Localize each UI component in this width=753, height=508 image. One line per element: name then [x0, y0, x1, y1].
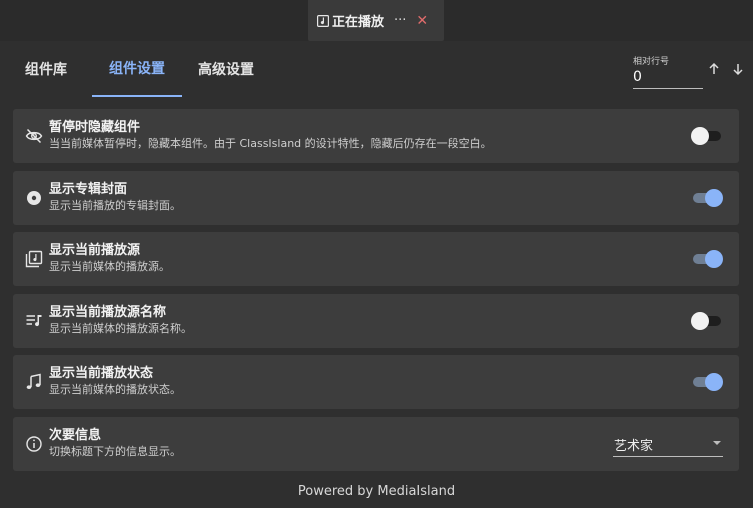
setting-subtitle: 显示当前媒体的播放状态。 — [49, 383, 181, 396]
setting-title: 显示专辑封面 — [49, 182, 128, 197]
arrow-down-icon[interactable] — [730, 61, 746, 77]
setting-title: 显示当前播放源 — [49, 243, 141, 258]
show-source-name-toggle[interactable] — [691, 311, 723, 331]
arrow-up-icon[interactable] — [706, 61, 722, 77]
hide-when-paused-toggle[interactable] — [691, 126, 723, 146]
tab-component-library[interactable]: 组件库 — [0, 41, 92, 97]
setting-subtitle: 当当前媒体暂停时，隐藏本组件。由于 ClassIsland 的设计特性，隐藏后仍… — [49, 137, 492, 150]
album-icon — [27, 191, 41, 205]
eye-off-icon — [25, 128, 43, 144]
window-title: 正在播放 — [332, 15, 385, 30]
tab-component-settings[interactable]: 组件设置 — [92, 41, 182, 97]
relative-row-label: 相对行号 — [633, 57, 670, 67]
relative-row-input[interactable]: 0 — [633, 67, 703, 89]
setting-subtitle: 显示当前媒体的播放源名称。 — [49, 322, 192, 335]
settings-panel: 组件库 组件设置 高级设置 相对行号 0 暂停时隐藏组件 当当前媒体暂停时，隐藏… — [0, 41, 753, 508]
setting-title: 显示当前播放状态 — [49, 366, 154, 381]
queue-music-icon — [26, 315, 42, 327]
setting-hide-when-paused: 暂停时隐藏组件 当当前媒体暂停时，隐藏本组件。由于 ClassIsland 的设… — [13, 109, 739, 163]
setting-subtitle: 显示当前媒体的播放源。 — [49, 260, 170, 273]
chevron-down-icon — [713, 441, 721, 445]
setting-title: 次要信息 — [49, 428, 102, 443]
setting-title: 暂停时隐藏组件 — [49, 120, 141, 135]
close-icon[interactable]: ✕ — [416, 14, 428, 28]
music-note-box-icon — [317, 14, 329, 27]
show-album-cover-toggle[interactable] — [691, 188, 723, 208]
footer-credit: Powered by MediaIsland — [297, 484, 456, 499]
setting-show-play-state: 显示当前播放状态 显示当前媒体的播放状态。 — [13, 355, 739, 409]
window-tab[interactable]: 正在播放 ··· ✕ — [308, 0, 444, 41]
more-icon[interactable]: ··· — [394, 14, 406, 27]
tab-advanced-settings[interactable]: 高级设置 — [182, 41, 270, 97]
relative-row-field[interactable]: 相对行号 0 — [633, 54, 703, 89]
setting-show-album-cover: 显示专辑封面 显示当前播放的专辑封面。 — [13, 171, 739, 225]
secondary-info-value: 艺术家 — [614, 439, 654, 454]
setting-show-source-name: 显示当前播放源名称 显示当前媒体的播放源名称。 — [13, 294, 739, 348]
info-icon — [26, 436, 42, 452]
setting-subtitle: 切换标题下方的信息显示。 — [49, 445, 181, 458]
show-play-state-toggle[interactable] — [691, 372, 723, 392]
music-note-icon — [26, 373, 41, 389]
tab-bar: 组件库 组件设置 高级设置 — [0, 41, 270, 99]
secondary-info-select[interactable]: 艺术家 — [613, 431, 723, 457]
setting-show-source: 显示当前播放源 显示当前媒体的播放源。 — [13, 232, 739, 286]
setting-secondary-info: 次要信息 切换标题下方的信息显示。 艺术家 — [13, 417, 739, 471]
library-music-icon — [25, 250, 43, 268]
setting-title: 显示当前播放源名称 — [49, 305, 167, 320]
setting-subtitle: 显示当前播放的专辑封面。 — [49, 199, 181, 212]
show-source-toggle[interactable] — [691, 249, 723, 269]
